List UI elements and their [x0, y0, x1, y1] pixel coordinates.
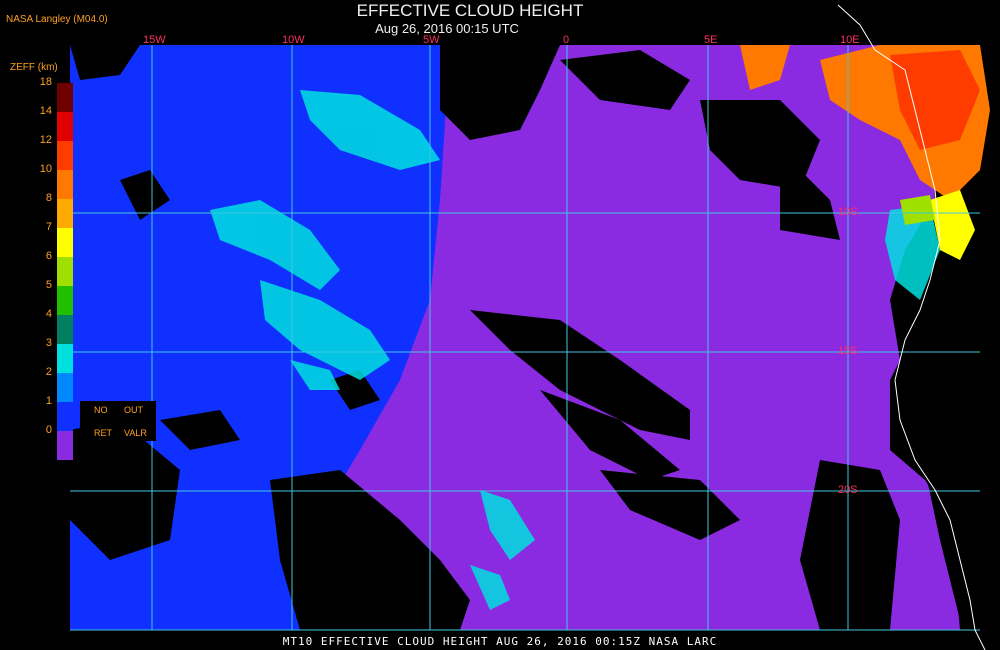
legend-tick: 6 [45, 250, 52, 262]
legend-tick: 18 [39, 76, 52, 88]
footer-caption: MT10 EFFECTIVE CLOUD HEIGHT AUG 26, 2016… [282, 635, 718, 648]
legend-tick: 8 [45, 192, 52, 204]
lon-label: 5W [423, 34, 440, 46]
lon-label: 5E [704, 34, 718, 46]
legend-swatch [57, 199, 73, 228]
legend-swatch [57, 344, 73, 373]
legend-tick: 4 [45, 308, 52, 320]
org-label: NASA Langley (M04.0) [6, 14, 108, 25]
legend-swatch [57, 402, 73, 431]
page-subtitle: Aug 26, 2016 00:15 UTC [375, 21, 519, 36]
legend-swatch [57, 257, 73, 286]
legend-swatch [57, 228, 73, 257]
legend-tick: 0 [45, 424, 52, 436]
cloud-height-map [70, 4, 990, 650]
lon-label: 10E [840, 34, 860, 46]
legend-swatch [57, 141, 73, 170]
legend-tick: 7 [45, 221, 52, 233]
lat-label: 15S [838, 345, 858, 357]
legend-tick: 14 [39, 105, 52, 117]
legend-tick: 1 [45, 395, 52, 407]
lon-label: 15W [143, 34, 166, 46]
legend-swatch [57, 112, 73, 141]
legend-tick: 12 [39, 134, 52, 146]
legend-box: NO OUT RET VALR [80, 401, 156, 441]
legend-title: ZEFF (km) [10, 62, 58, 73]
legend-swatch [57, 431, 73, 460]
lon-label: 0 [563, 34, 570, 46]
lat-label: 20S [838, 484, 858, 496]
lon-label: 10W [282, 34, 305, 46]
no-ret-label-top: NO [94, 405, 108, 415]
out-valr-label-top: OUT [124, 405, 143, 415]
legend-swatch [57, 373, 73, 402]
legend-swatch [57, 315, 73, 344]
legend-tick: 3 [45, 337, 52, 349]
legend-tick: 10 [39, 163, 52, 175]
legend-tick: 2 [45, 366, 52, 378]
legend-swatch [57, 286, 73, 315]
legend-swatch [57, 83, 73, 112]
no-ret-label-bottom: RET [94, 428, 112, 438]
page-title: EFFECTIVE CLOUD HEIGHT [356, 1, 584, 20]
legend-swatch [57, 170, 73, 199]
out-valr-label-bottom: VALR [124, 428, 147, 438]
legend-tick: 5 [45, 279, 52, 291]
lat-label: 10S [838, 206, 858, 218]
